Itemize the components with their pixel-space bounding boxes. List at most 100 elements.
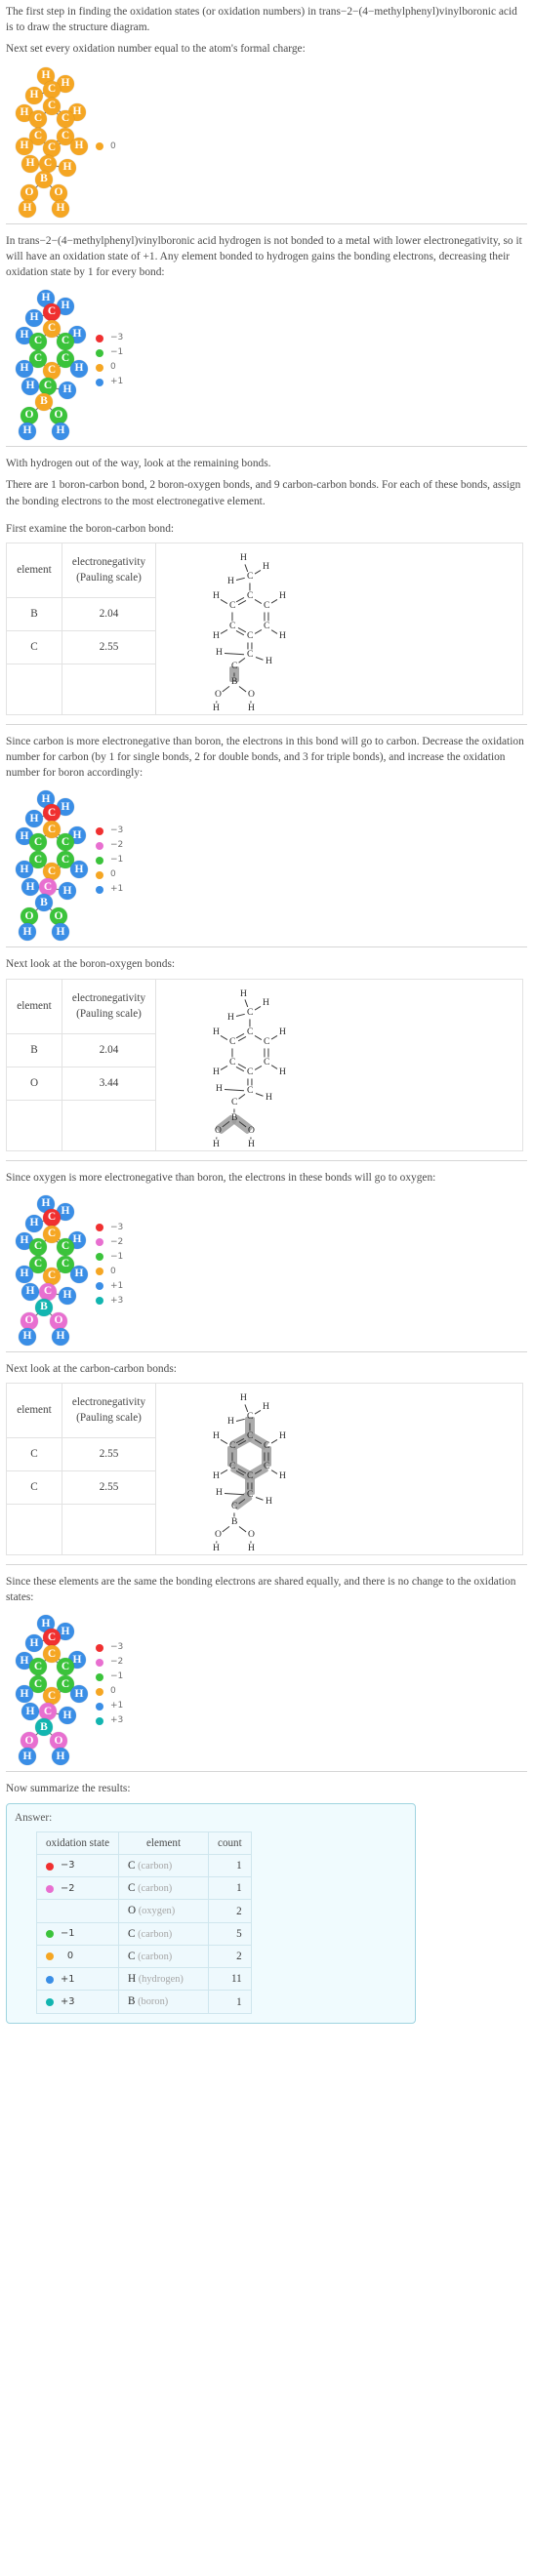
- legend-value: 0: [110, 362, 116, 373]
- legend-color-dot: [96, 378, 103, 386]
- atom-label-c: C: [264, 1461, 270, 1471]
- atom-label-c: C: [229, 1035, 236, 1047]
- oxidation-legend-4: −3 −2 −1 0 +1 +3: [96, 1221, 128, 1308]
- oxidation-legend-2: −3 −1 0 +1: [96, 331, 128, 389]
- legend-color-dot: [96, 1224, 103, 1232]
- atom-h: H: [70, 861, 88, 879]
- atom-label-h: H: [240, 1392, 247, 1403]
- header-line-2: (Pauling scale): [76, 572, 142, 584]
- electronegativity-table-bo: element electronegativity (Pauling scale…: [6, 978, 523, 1151]
- atom-label-h: H: [266, 655, 272, 666]
- solution-page: The first step in finding the oxidation …: [0, 0, 533, 2024]
- legend-value: +1: [110, 884, 124, 895]
- atom-label-h: H: [216, 1487, 223, 1498]
- molecule-diagram-1: HHCHCHHCCCCHHCHCHBOOHH 0: [6, 63, 527, 218]
- step-3-paragraph-1: With hydrogen out of the way, look at th…: [6, 458, 271, 470]
- atom-label-c: C: [247, 589, 254, 601]
- divider: [6, 946, 527, 948]
- atom-label-c: C: [229, 1056, 236, 1067]
- atom-label-c: C: [247, 1084, 254, 1096]
- chemical-bond: [267, 1048, 269, 1058]
- legend-color-dot: [96, 870, 103, 879]
- step-2-block: In trans−2−(4−methylphenyl)vinylboronic …: [6, 233, 527, 441]
- atom-h: H: [25, 86, 43, 104]
- atom-c: C: [29, 1237, 47, 1256]
- chemical-bond: [238, 685, 247, 693]
- step-3-block: With hydrogen out of the way, look at th…: [6, 456, 527, 715]
- answer-row: −3 C (carbon) 1: [35, 1854, 252, 1878]
- legend-color-dot: [96, 1297, 103, 1306]
- atom-label-h: H: [279, 629, 286, 641]
- divider: [6, 222, 527, 224]
- cell-empty: [62, 1504, 156, 1555]
- chemical-bond: [224, 653, 245, 656]
- atom-h: H: [70, 137, 88, 155]
- legend-item: 0: [96, 867, 128, 882]
- atom-label-c: C: [264, 620, 270, 631]
- answer-title: Answer:: [15, 1811, 53, 1824]
- answer-table-body: −3 C (carbon) 1 −2 C (carbon) 1 O (oxygen) 2 −1…: [35, 1854, 252, 2014]
- cell-element: B: [6, 596, 62, 631]
- oxidation-color-dot: [46, 1975, 54, 1984]
- chemical-bond: [254, 570, 262, 575]
- atom-label-c: C: [247, 1430, 254, 1441]
- atom-label-c: C: [247, 1066, 254, 1077]
- oxidation-color-dot: [46, 1952, 54, 1961]
- chemical-bond: [224, 1088, 245, 1092]
- atom-c: C: [29, 833, 47, 852]
- chemical-bond: [238, 1094, 246, 1100]
- header-electronegativity: electronegativity (Pauling scale): [62, 978, 156, 1034]
- atom-label-h: H: [266, 1496, 272, 1507]
- chemical-bond: [231, 1048, 233, 1058]
- chemical-bond: [220, 1439, 228, 1444]
- atom-h: H: [19, 199, 36, 218]
- legend-color-dot: [96, 826, 103, 835]
- atom-label-h: H: [279, 1026, 286, 1037]
- atom-c: C: [29, 109, 47, 128]
- legend-item: −1: [96, 1670, 128, 1684]
- atom-label-h: H: [227, 575, 234, 586]
- step-7-paragraph-1: Next look at the carbon-carbon bonds:: [6, 1362, 177, 1375]
- legend-color-dot: [96, 841, 103, 850]
- atom-label-h: H: [213, 1430, 220, 1441]
- legend-item: +3: [96, 1294, 128, 1308]
- cell-oxidation-state: [35, 1899, 120, 1923]
- chemical-bond: [238, 1525, 247, 1533]
- step-9-block: Now summarize the results: Answer: oxida…: [6, 1781, 527, 2024]
- atom-label-h: H: [213, 589, 220, 601]
- atom-h: H: [59, 1707, 76, 1725]
- cell-count: 1: [208, 1854, 252, 1878]
- cell-element: O: [6, 1066, 62, 1101]
- atom-label-h: H: [263, 996, 269, 1008]
- atom-label-h: H: [213, 1066, 220, 1077]
- legend-value: +3: [110, 1295, 124, 1306]
- atom-h: H: [21, 1282, 39, 1301]
- legend-item: −3: [96, 824, 128, 838]
- atom-h: H: [21, 154, 39, 173]
- atom-b: B: [35, 170, 53, 188]
- molecule-canvas: HHCHCHHCCCCHHCHCHBOOHH: [10, 286, 88, 441]
- legend-color-dot: [96, 1702, 103, 1711]
- header-element: element: [6, 978, 62, 1034]
- step-6-paragraph-1: Since oxygen is more electronegative tha…: [6, 1171, 436, 1184]
- atom-h: H: [16, 1685, 33, 1704]
- legend-value: +3: [110, 1715, 124, 1726]
- cell-empty: [62, 1099, 156, 1151]
- cell-element: C: [6, 1436, 62, 1471]
- chemical-bond: [220, 1065, 228, 1070]
- chemical-bond: [235, 1014, 245, 1018]
- cell-oxidation-state: +3: [35, 1990, 120, 2014]
- chemical-bond: [254, 1034, 263, 1040]
- oxidation-state-value: 0: [66, 1951, 74, 1962]
- step-1-paragraph-1: The first step in finding the oxidation …: [6, 6, 517, 34]
- legend-color-dot: [96, 1716, 103, 1725]
- atom-c: C: [57, 109, 74, 128]
- legend-value: −1: [110, 347, 124, 358]
- atom-label-h: H: [213, 629, 220, 641]
- oxidation-color-dot: [46, 1884, 54, 1893]
- atom-o: O: [20, 183, 38, 202]
- chemical-bond: [270, 1065, 278, 1070]
- oxidation-legend-1: 0: [96, 140, 128, 154]
- cell-oxidation-state: +1: [35, 1967, 120, 1992]
- header-element: element: [6, 542, 62, 598]
